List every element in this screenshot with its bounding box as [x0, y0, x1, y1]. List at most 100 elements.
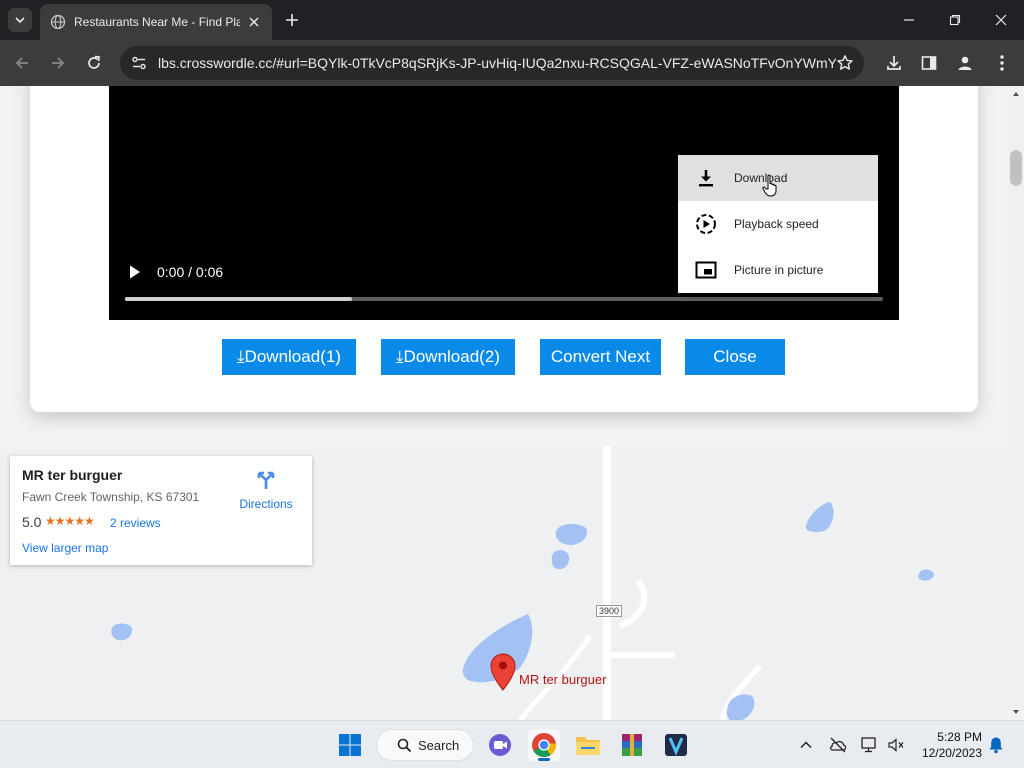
restore-button[interactable] [943, 8, 967, 32]
downloads-button[interactable] [882, 51, 906, 75]
cloud-offline-icon [830, 737, 847, 753]
road-curve-1 [618, 579, 648, 629]
bookmark-star-icon[interactable] [836, 54, 854, 72]
windows-logo-icon [339, 734, 361, 756]
map-pin-label[interactable]: MR ter burguer [519, 672, 606, 687]
play-icon[interactable] [127, 264, 143, 280]
more-vertical-icon [1000, 55, 1004, 71]
browser-tab[interactable]: Restaurants Near Me - Find Pla [40, 4, 272, 40]
arrow-left-icon [15, 57, 28, 69]
place-address: Fawn Creek Township, KS 67301 [22, 490, 200, 504]
side-panel-button[interactable] [917, 51, 941, 75]
playback-speed-icon [694, 212, 718, 236]
directions-icon [257, 471, 275, 489]
taskbar-app-meet[interactable] [484, 729, 516, 761]
address-bar[interactable]: lbs.crosswordle.cc/#url=BQYlk-0TkVcP8qSR… [120, 46, 864, 80]
page-scrollbar[interactable] [1008, 86, 1024, 720]
taskbar-app-chrome[interactable] [528, 729, 560, 761]
close-button[interactable]: Close [685, 339, 785, 375]
scrollbar-thumb[interactable] [1010, 150, 1022, 186]
volume-muted-icon [888, 738, 904, 752]
network-button[interactable] [860, 735, 880, 755]
video-call-icon [489, 734, 511, 756]
clock-time: 5:28 PM [937, 730, 982, 744]
notifications-button[interactable] [986, 735, 1006, 755]
side-panel-icon [921, 56, 937, 70]
windows-taskbar: Search 5:28 PM 12/20/2023 [0, 720, 1024, 768]
network-icon [861, 737, 876, 753]
water-body [551, 550, 570, 570]
minimize-icon [904, 19, 914, 21]
download-icon [694, 166, 718, 190]
directions-label: Directions [239, 497, 293, 511]
download-2-button[interactable]: ⤓Download(2) [381, 339, 515, 375]
road-branch [611, 652, 675, 658]
water-body [918, 569, 934, 581]
close-icon [249, 17, 259, 27]
menu-item-label: Playback speed [734, 217, 819, 231]
chevron-up-icon [800, 741, 812, 749]
convert-next-button[interactable]: Convert Next [540, 339, 661, 375]
volume-button[interactable] [886, 735, 906, 755]
browser-menu-button[interactable] [990, 51, 1014, 75]
reload-icon [88, 55, 100, 69]
taskbar-app-file-explorer[interactable] [572, 729, 604, 761]
reload-button[interactable] [82, 51, 106, 75]
download-1-button[interactable]: ⤓Download(1) [222, 339, 356, 375]
profile-button[interactable] [953, 51, 977, 75]
place-name: MR ter burguer [22, 467, 123, 483]
scroll-down-icon[interactable] [1012, 708, 1020, 716]
forward-button[interactable] [46, 51, 70, 75]
water-body [111, 623, 133, 641]
video-progress-fill [125, 297, 353, 301]
video-editor-icon [665, 734, 687, 756]
video-progress-bar[interactable] [125, 297, 883, 301]
restore-icon [949, 14, 961, 26]
taskbar-app-video-editor[interactable] [660, 729, 692, 761]
menu-item-picture-in-picture[interactable]: Picture in picture [678, 247, 878, 293]
map-pin-icon[interactable] [490, 653, 516, 691]
place-rating: 5.0 [22, 514, 42, 530]
browser-toolbar: lbs.crosswordle.cc/#url=BQYlk-0TkVcP8qSR… [0, 40, 1024, 86]
tab-title: Restaurants Near Me - Find Pla [74, 15, 240, 29]
menu-item-label: Picture in picture [734, 263, 824, 277]
chrome-icon [532, 733, 556, 758]
start-button[interactable] [334, 729, 366, 761]
system-clock[interactable]: 5:28 PM 12/20/2023 [914, 729, 982, 761]
onedrive-button[interactable] [828, 735, 848, 755]
show-hidden-icons-button[interactable] [796, 735, 816, 755]
taskbar-search[interactable]: Search [376, 729, 474, 761]
rating-stars: ★★★★★ [45, 514, 95, 528]
tab-strip: Restaurants Near Me - Find Pla [0, 0, 1024, 40]
tab-search-button[interactable] [8, 8, 32, 32]
site-settings-icon[interactable] [130, 54, 148, 72]
profile-icon [958, 56, 972, 70]
embedded-map[interactable]: 3900 MR ter burguer MR ter burguer Fawn … [0, 446, 1008, 720]
taskbar-app-winrar[interactable] [616, 729, 648, 761]
active-app-indicator [538, 758, 550, 761]
arrow-right-icon [52, 57, 65, 69]
water-body [805, 502, 834, 533]
window-close-button[interactable] [989, 8, 1013, 32]
scroll-up-icon[interactable] [1012, 90, 1020, 98]
chevron-down-icon [15, 17, 25, 24]
clock-date: 12/20/2023 [921, 746, 982, 760]
tab-close-button[interactable] [246, 14, 262, 30]
picture-in-picture-icon [694, 258, 718, 282]
place-card: MR ter burguer Fawn Creek Township, KS 6… [10, 456, 312, 565]
back-button[interactable] [10, 51, 34, 75]
directions-button[interactable]: Directions [238, 468, 294, 511]
road-number-label: 3900 [596, 605, 623, 617]
url-text[interactable]: lbs.crosswordle.cc/#url=BQYlk-0TkVcP8qSR… [158, 55, 836, 71]
plus-icon [286, 14, 298, 26]
menu-item-playback-speed[interactable]: Playback speed [678, 201, 878, 247]
minimize-button[interactable] [897, 8, 921, 32]
view-larger-map-link[interactable]: View larger map [22, 541, 108, 555]
video-time: 0:00 / 0:06 [157, 264, 224, 280]
bell-icon [989, 737, 1003, 754]
new-tab-button[interactable] [282, 10, 302, 30]
globe-icon [50, 14, 66, 30]
archive-icon [622, 734, 642, 756]
modal-backdrop: 0:00 / 0:06 Download Playback speed Pict… [0, 86, 1008, 446]
reviews-link[interactable]: 2 reviews [110, 516, 161, 530]
